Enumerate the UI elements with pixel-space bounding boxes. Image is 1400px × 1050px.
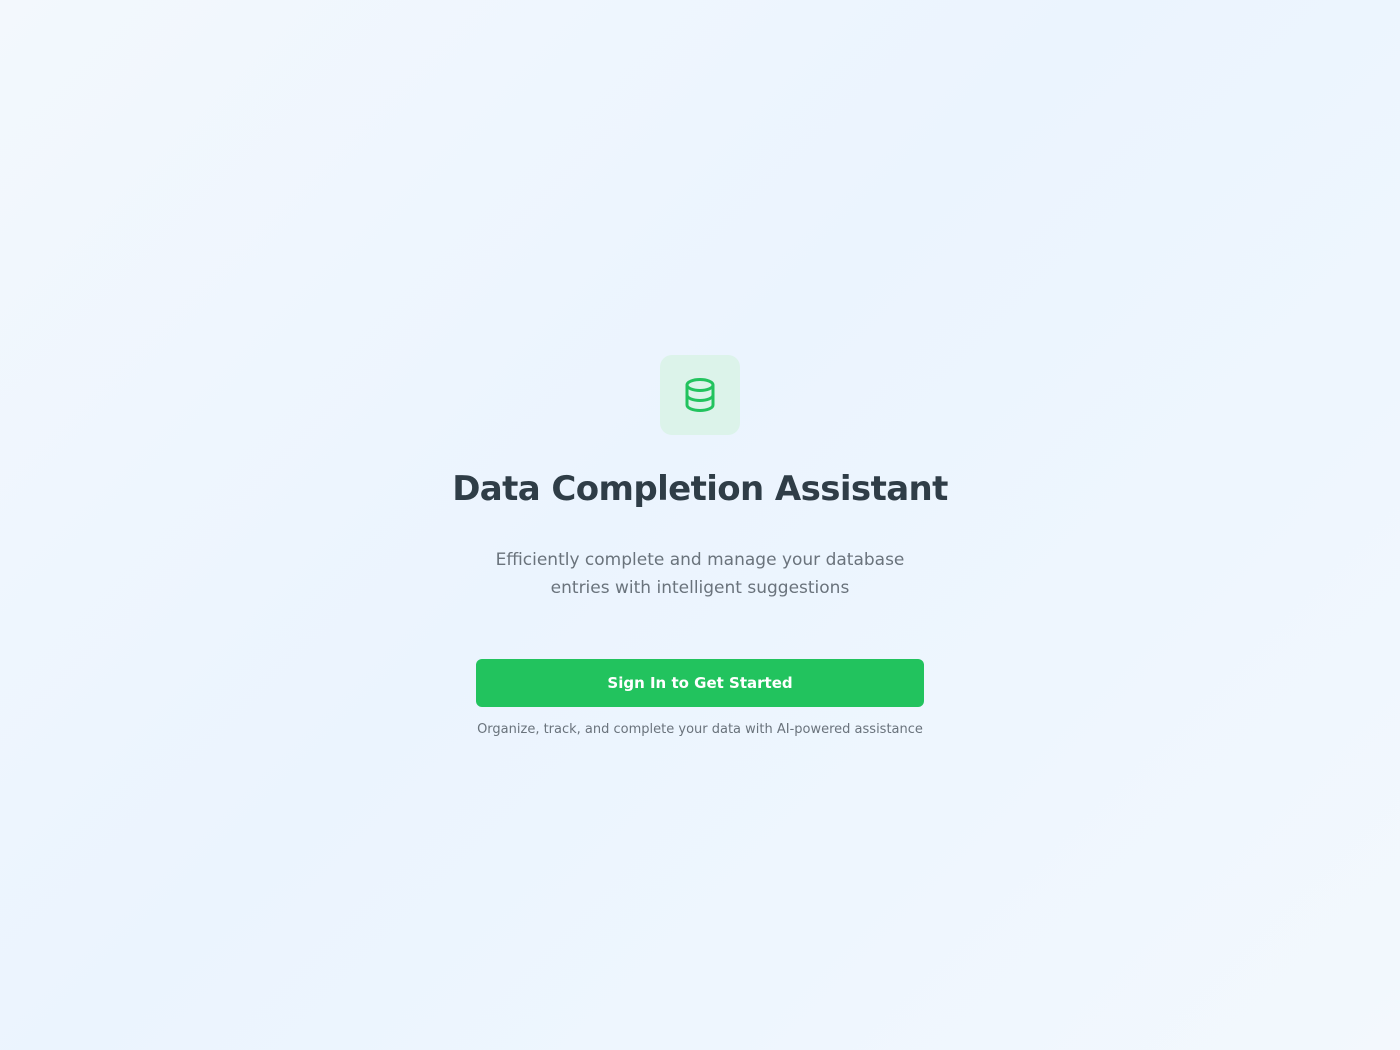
sign-in-button[interactable]: Sign In to Get Started xyxy=(476,658,924,707)
landing-page: Data Completion Assistant Efficiently co… xyxy=(0,0,1400,1050)
page-subtitle: Efficiently complete and manage your dat… xyxy=(495,549,905,598)
app-logo xyxy=(660,355,740,435)
tagline-text: Organize, track, and complete your data … xyxy=(477,721,923,737)
database-icon xyxy=(683,377,717,413)
welcome-panel: Data Completion Assistant Efficiently co… xyxy=(452,355,948,739)
page-title: Data Completion Assistant xyxy=(452,469,948,509)
